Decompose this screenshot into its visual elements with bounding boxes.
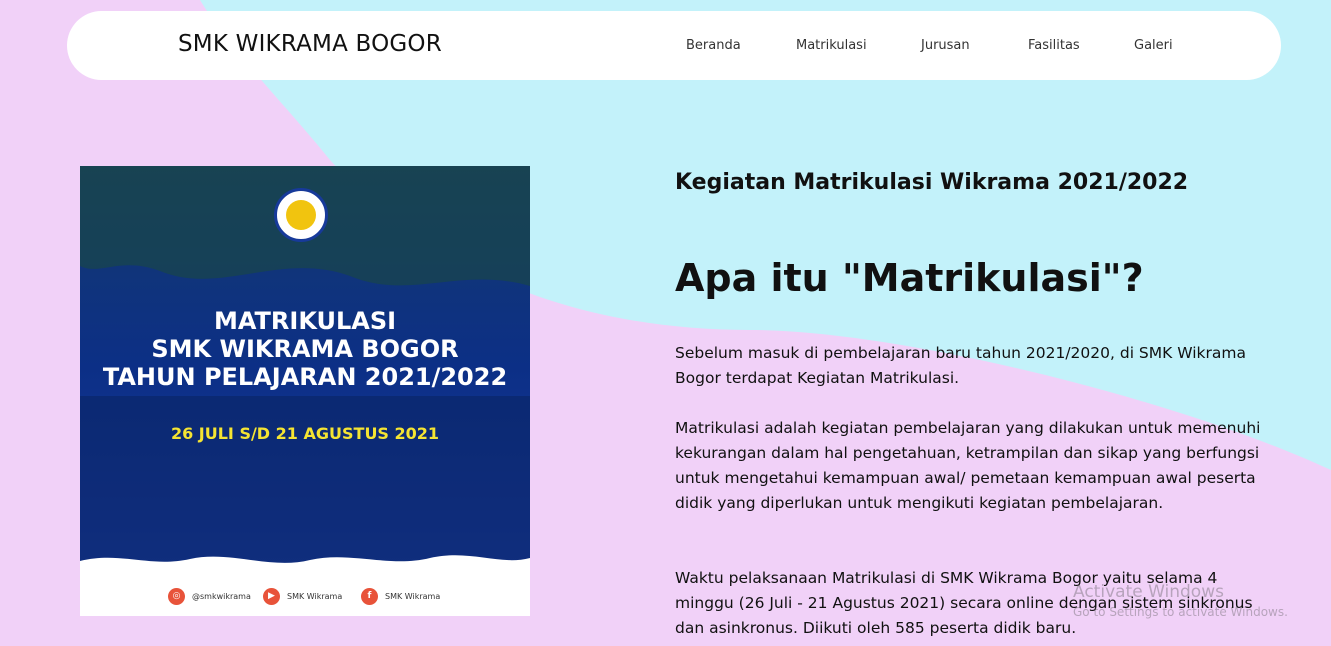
brand-logo-text[interactable]: SMK WIKRAMA BOGOR	[178, 31, 442, 57]
navbar: SMK WIKRAMA BOGOR Beranda Matrikulasi Ju…	[67, 11, 1281, 80]
nav-link-jurusan[interactable]: Jurusan	[921, 38, 970, 53]
poster-title-line: SMK WIKRAMA BOGOR	[151, 335, 459, 363]
nav-link-matrikulasi[interactable]: Matrikulasi	[796, 38, 867, 53]
section-heading: Apa itu "Matrikulasi"?	[675, 256, 1144, 300]
social-label: SMK Wikrama	[287, 592, 343, 601]
poster-title-line: TAHUN PELAJARAN 2021/2022	[102, 363, 508, 391]
section-subtitle: Kegiatan Matrikulasi Wikrama 2021/2022	[675, 170, 1189, 195]
nav-link-beranda[interactable]: Beranda	[686, 38, 741, 53]
poster-title-line: MATRIKULASI	[213, 307, 397, 335]
instagram-icon: ◎	[168, 588, 185, 605]
poster-date: 26 JULI S/D 21 AGUSTUS 2021	[170, 424, 440, 443]
paragraph: Sebelum masuk di pembelajaran baru tahun…	[675, 344, 1246, 387]
watermark-line: Activate Windows	[1073, 582, 1224, 602]
paragraph: Matrikulasi adalah kegiatan pembelajaran…	[675, 419, 1261, 512]
watermark-line: Go to Settings to activate Windows.	[1073, 605, 1288, 619]
school-logo-icon	[274, 188, 328, 242]
youtube-icon: ▶	[263, 588, 280, 605]
nav-link-fasilitas[interactable]: Fasilitas	[1028, 38, 1080, 53]
poster-social-footer: ◎ @smkwikrama ▶ SMK Wikrama f SMK Wikram…	[80, 574, 530, 616]
nav-link-galeri[interactable]: Galeri	[1134, 38, 1173, 53]
windows-activation-watermark: Activate Windows Go to Settings to activ…	[1073, 582, 1288, 619]
matrikulasi-poster-image: MATRIKULASI SMK WIKRAMA BOGOR TAHUN PELA…	[80, 166, 530, 616]
social-label: @smkwikrama	[192, 592, 251, 601]
social-label: SMK Wikrama	[385, 592, 441, 601]
facebook-icon: f	[361, 588, 378, 605]
